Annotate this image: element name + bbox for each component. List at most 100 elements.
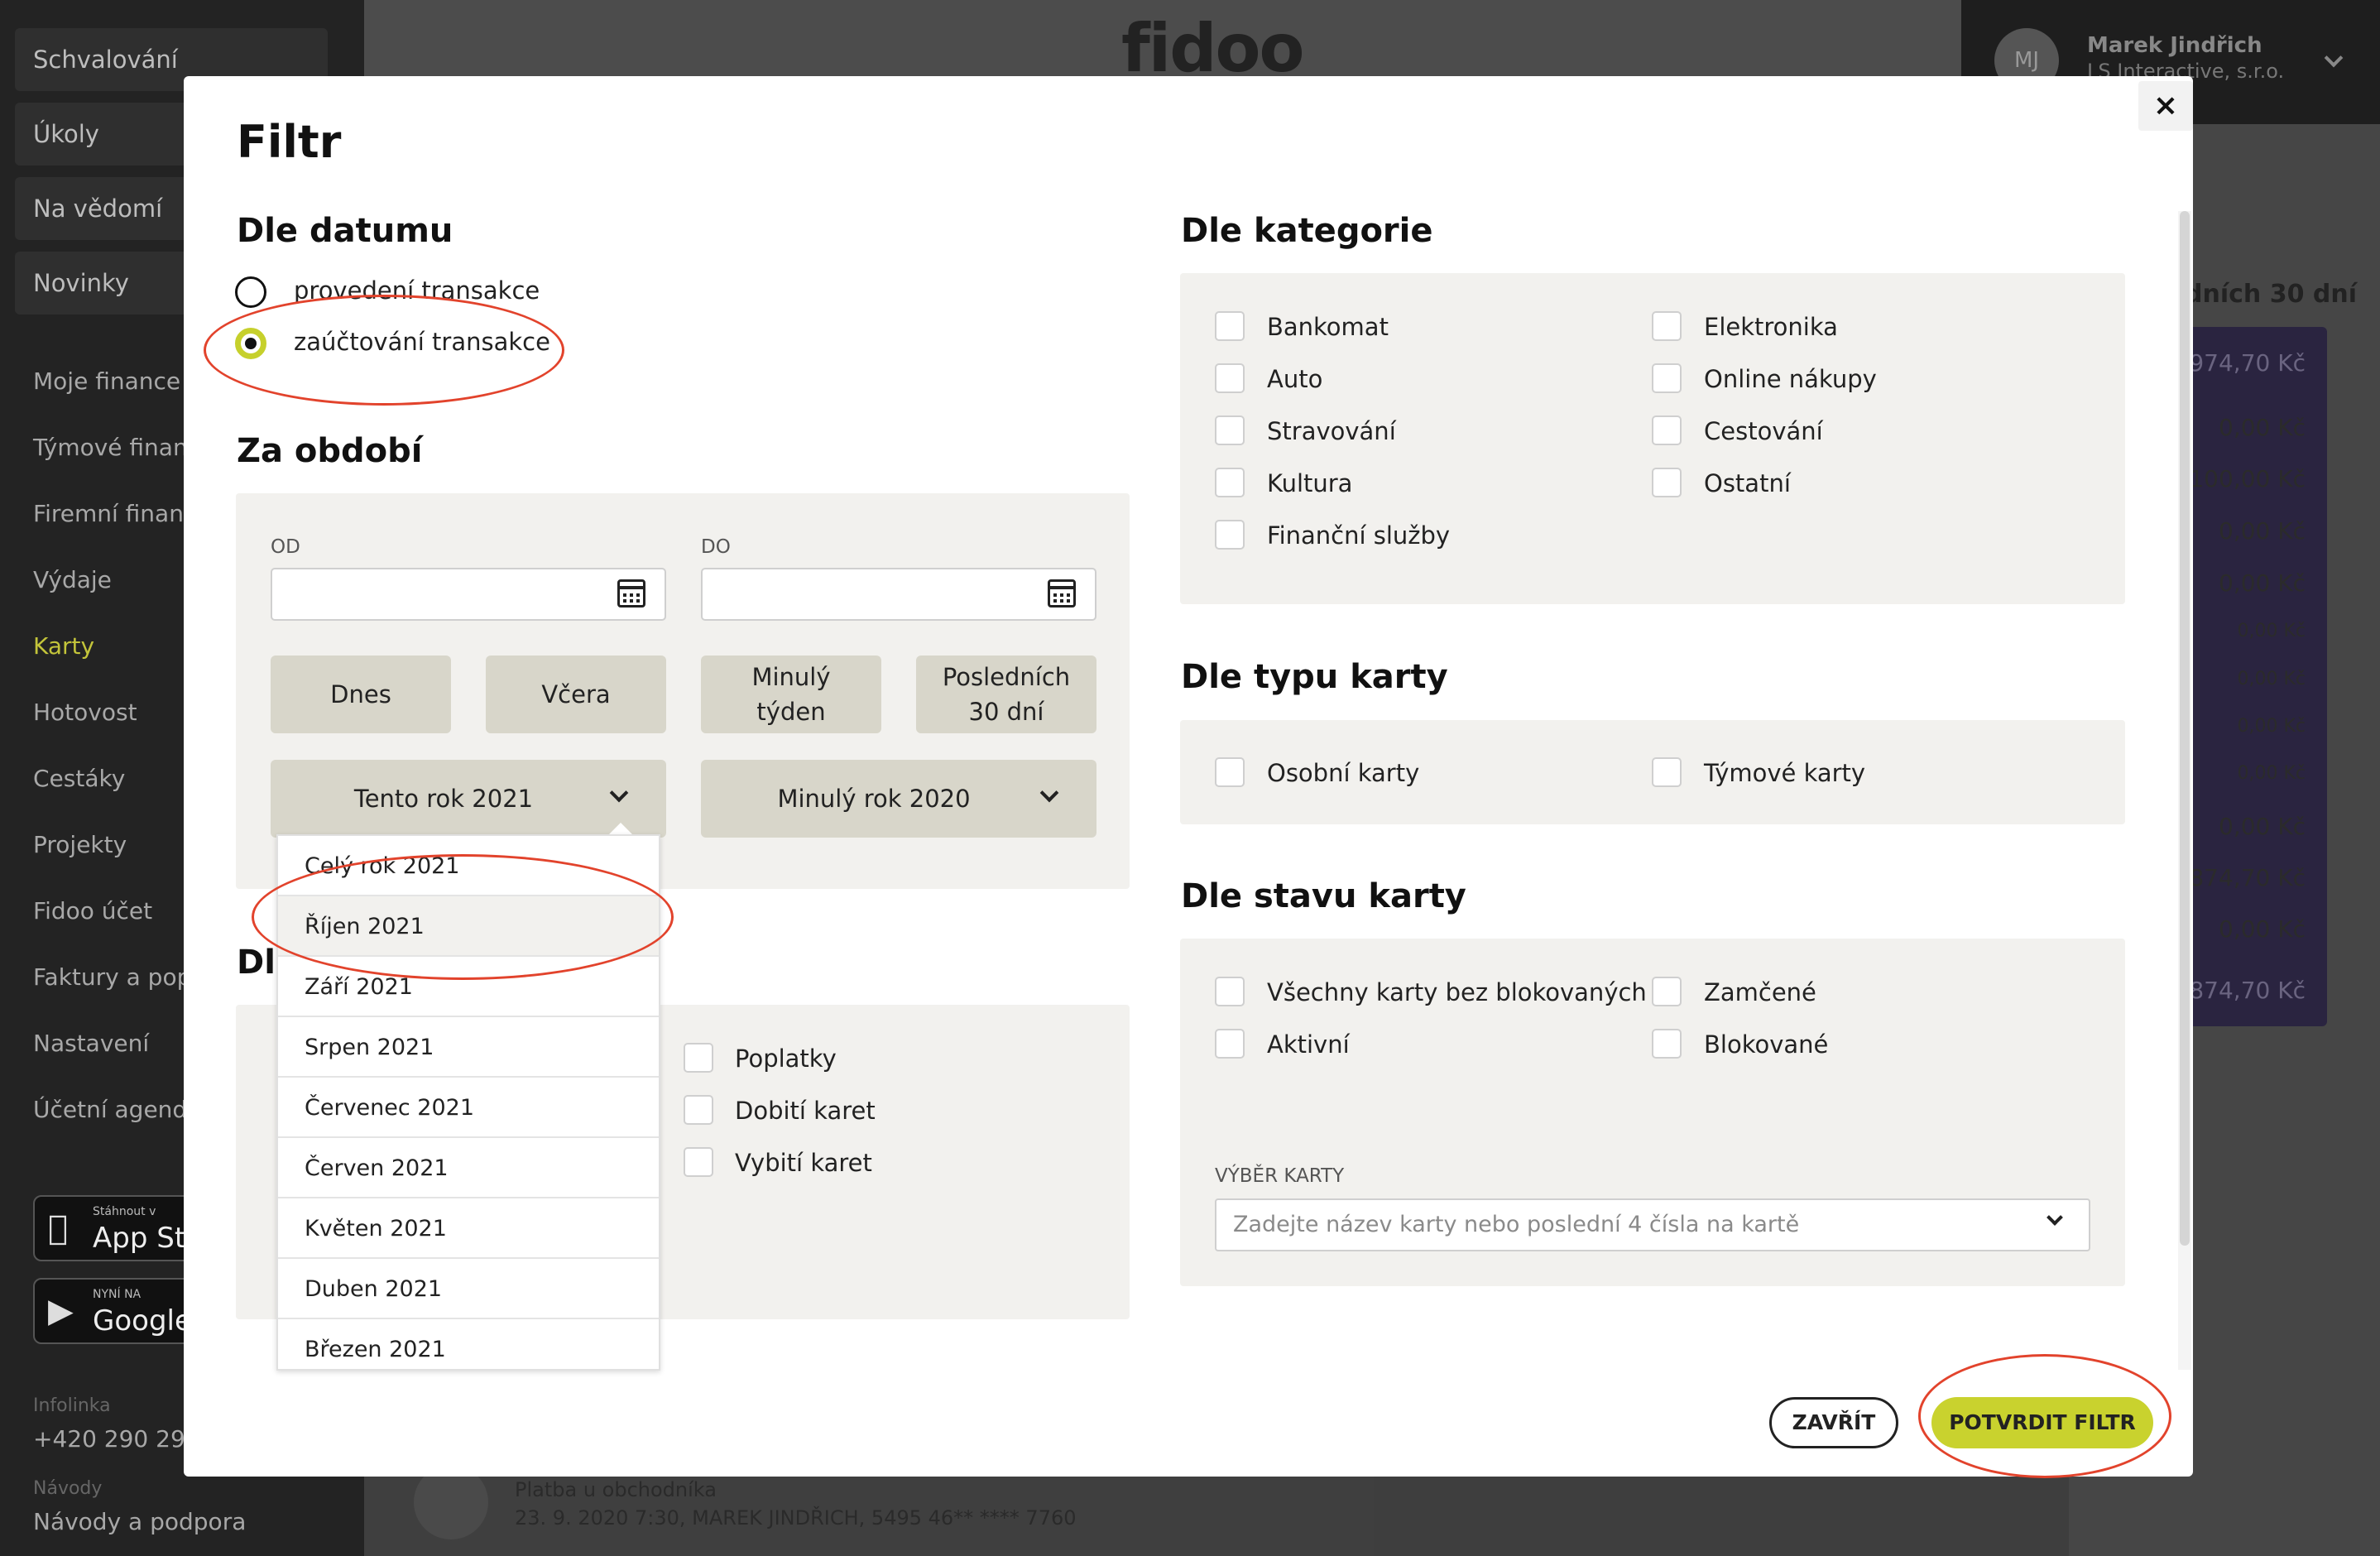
checkbox-team-cards-label[interactable]: Týmové karty [1704,759,1865,787]
apple-icon:  [48,1210,84,1246]
card-state-heading: Dle stavu karty [1181,877,1466,915]
checkbox-personal-cards[interactable] [1215,757,1245,787]
sidebar-item-settings[interactable]: Nastavení [33,1030,149,1057]
checkbox-culture-label[interactable]: Kultura [1267,469,1352,497]
transaction-detail: 23. 9. 2020 7:30, MAREK JINDŘICH, 5495 4… [515,1506,1077,1530]
dropdown-option[interactable]: Březen 2021 [278,1319,659,1369]
radio-execution[interactable] [235,276,266,308]
checkbox-food[interactable] [1215,415,1245,445]
checkbox-auto-label[interactable]: Auto [1267,365,1322,393]
checkbox-fees-label[interactable]: Poplatky [735,1045,837,1073]
checkbox-locked-label[interactable]: Zamčené [1704,978,1816,1006]
checkbox-topup-label[interactable]: Dobití karet [735,1097,876,1125]
checkbox-all-unblocked-label[interactable]: Všechny karty bez blokovaných [1267,978,1647,1006]
checkbox-team-cards[interactable] [1652,757,1682,787]
dropdown-option[interactable]: Červenec 2021 [278,1078,659,1138]
this-year-dropdown[interactable]: Tento rok 2021 [271,760,666,838]
annotation-ellipse [204,295,564,406]
summary-value: 0,00 Kč [2219,517,2306,545]
user-name: Marek Jindřich [2087,33,2262,58]
checkbox-topup[interactable] [684,1095,713,1125]
summary-value: 974,70 Kč [2189,349,2306,377]
help-link[interactable]: Návody a podpora [33,1508,246,1535]
annotation-ellipse [252,854,674,980]
sidebar-item-accounting[interactable]: Účetní agenda [33,1096,201,1123]
last-30-days-button[interactable]: Posledních 30 dní [916,656,1096,733]
checkbox-active[interactable] [1215,1029,1245,1059]
summary-value: 0,00 Kč [2237,763,2306,784]
sidebar-item-my-finance[interactable]: Moje finance [33,367,180,395]
sidebar-item-cash[interactable]: Hotovost [33,699,137,726]
sidebar-item-expenses[interactable]: Výdaje [33,566,112,593]
dropdown-caret [609,823,632,834]
last-year-dropdown[interactable]: Minulý rok 2020 [701,760,1096,838]
card-select-input[interactable]: Zadejte název karty nebo poslední 4 čísl… [1215,1198,2090,1251]
dropdown-option[interactable]: Duben 2021 [278,1259,659,1319]
summary-value: -100,00 Kč [2181,465,2306,492]
modal-scrollbar-thumb[interactable] [2180,211,2190,1246]
checkbox-fees[interactable] [684,1043,713,1073]
checkbox-travel-label[interactable]: Cestování [1704,417,1823,445]
checkbox-active-label[interactable]: Aktivní [1267,1030,1350,1059]
close-button[interactable]: ZAVŘÍT [1769,1397,1898,1448]
dropdown-option[interactable]: Červen 2021 [278,1138,659,1198]
sidebar-item-projects[interactable]: Projekty [33,831,127,858]
period-section-heading: Za období [237,432,423,470]
checkbox-atm-label[interactable]: Bankomat [1267,313,1389,341]
to-label: DO [701,536,731,558]
category-section-heading: Dle kategorie [1181,212,1433,250]
close-icon[interactable]: × [2138,81,2193,131]
sidebar-item-fidoo-account[interactable]: Fidoo účet [33,897,152,924]
checkbox-other[interactable] [1652,468,1682,497]
card-select-placeholder: Zadejte název karty nebo poslední 4 čísl… [1233,1212,1800,1237]
checkbox-atm[interactable] [1215,311,1245,341]
navody-label: Návody [33,1478,103,1499]
checkbox-online-label[interactable]: Online nákupy [1704,365,1877,393]
checkbox-travel[interactable] [1652,415,1682,445]
checkbox-food-label[interactable]: Stravování [1267,417,1396,445]
summary-value: 0,00 Kč [2219,915,2306,943]
sidebar-item-travel[interactable]: Cestáky [33,765,125,792]
annotation-ellipse [1918,1354,2171,1478]
modal-title: Filtr [237,116,342,168]
checkbox-withdraw[interactable] [684,1147,713,1177]
calendar-icon[interactable] [617,579,645,608]
sidebar-item-cards[interactable]: Karty [33,632,94,660]
summary-value: 0,00 Kč [2237,621,2306,641]
checkbox-blocked-label[interactable]: Blokované [1704,1030,1828,1059]
date-section-heading: Dle datumu [237,212,453,250]
play-icon: ▶ [48,1292,74,1330]
from-label: OD [271,536,300,558]
checkbox-other-label[interactable]: Ostatní [1704,469,1791,497]
checkbox-blocked[interactable] [1652,1029,1682,1059]
last-week-button[interactable]: Minulý týden [701,656,881,733]
infolinka-label: Infolinka [33,1395,111,1416]
checkbox-locked[interactable] [1652,977,1682,1006]
checkbox-financial[interactable] [1215,520,1245,550]
checkbox-all-unblocked[interactable] [1215,977,1245,1006]
dropdown-option[interactable]: Srpen 2021 [278,1017,659,1078]
today-button[interactable]: Dnes [271,656,451,733]
summary-value: 0,00 Kč [2237,669,2306,689]
checkbox-electronics[interactable] [1652,311,1682,341]
checkbox-culture[interactable] [1215,468,1245,497]
card-type-heading: Dle typu karty [1181,658,1448,696]
checkbox-electronics-label[interactable]: Elektronika [1704,313,1838,341]
from-date-input[interactable] [271,568,666,621]
checkbox-withdraw-label[interactable]: Vybití karet [735,1149,872,1177]
card-select-label: VÝBĚR KARTY [1215,1165,1345,1187]
summary-value: 0,00 Kč [2237,716,2306,737]
calendar-icon[interactable] [1048,579,1076,608]
transaction-title: Platba u obchodníka [515,1478,717,1501]
checkbox-personal-cards-label[interactable]: Osobní karty [1267,759,1419,787]
summary-value: 0,00 Kč [2219,569,2306,597]
to-date-input[interactable] [701,568,1096,621]
summary-value: 874,70 Kč [2189,977,2306,1004]
checkbox-auto[interactable] [1215,363,1245,393]
checkbox-online[interactable] [1652,363,1682,393]
summary-value: 0,00 Kč [2219,813,2306,840]
yesterday-button[interactable]: Včera [486,656,666,733]
summary-value: 0,00 Kč [2219,414,2306,441]
dropdown-option[interactable]: Květen 2021 [278,1198,659,1259]
checkbox-financial-label[interactable]: Finanční služby [1267,521,1450,550]
